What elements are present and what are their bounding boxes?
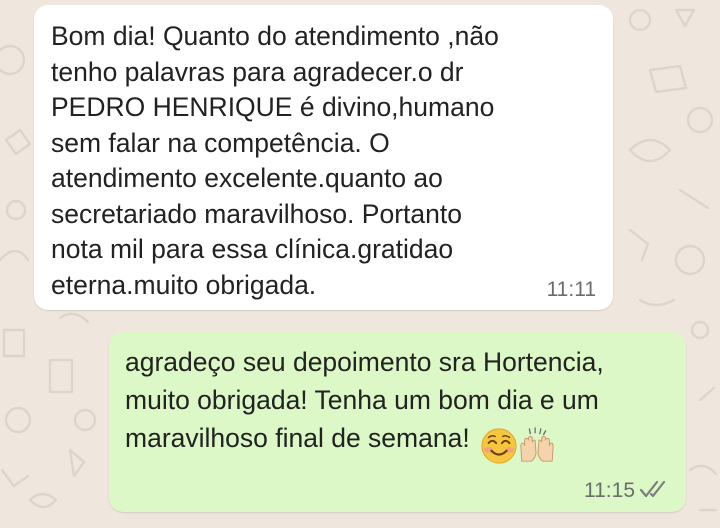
outgoing-message-content: agradeço seu depoimento sra Hortencia, m… <box>125 343 675 465</box>
incoming-message-time: 11:11 <box>546 278 596 301</box>
incoming-message-bubble[interactable]: Bom dia! Quanto do atendimento ,não tenh… <box>34 5 613 310</box>
emoji-group <box>480 425 556 465</box>
outgoing-message-time: 11:15 <box>584 479 635 502</box>
outgoing-message-bubble[interactable]: agradeço seu depoimento sra Hortencia, m… <box>109 332 686 512</box>
incoming-message-text: Bom dia! Quanto do atendimento ,não tenh… <box>51 21 499 300</box>
double-check-icon <box>639 480 666 498</box>
raising-hands-icon <box>520 427 554 462</box>
smiling-face-with-smiling-eyes-icon <box>481 428 517 464</box>
